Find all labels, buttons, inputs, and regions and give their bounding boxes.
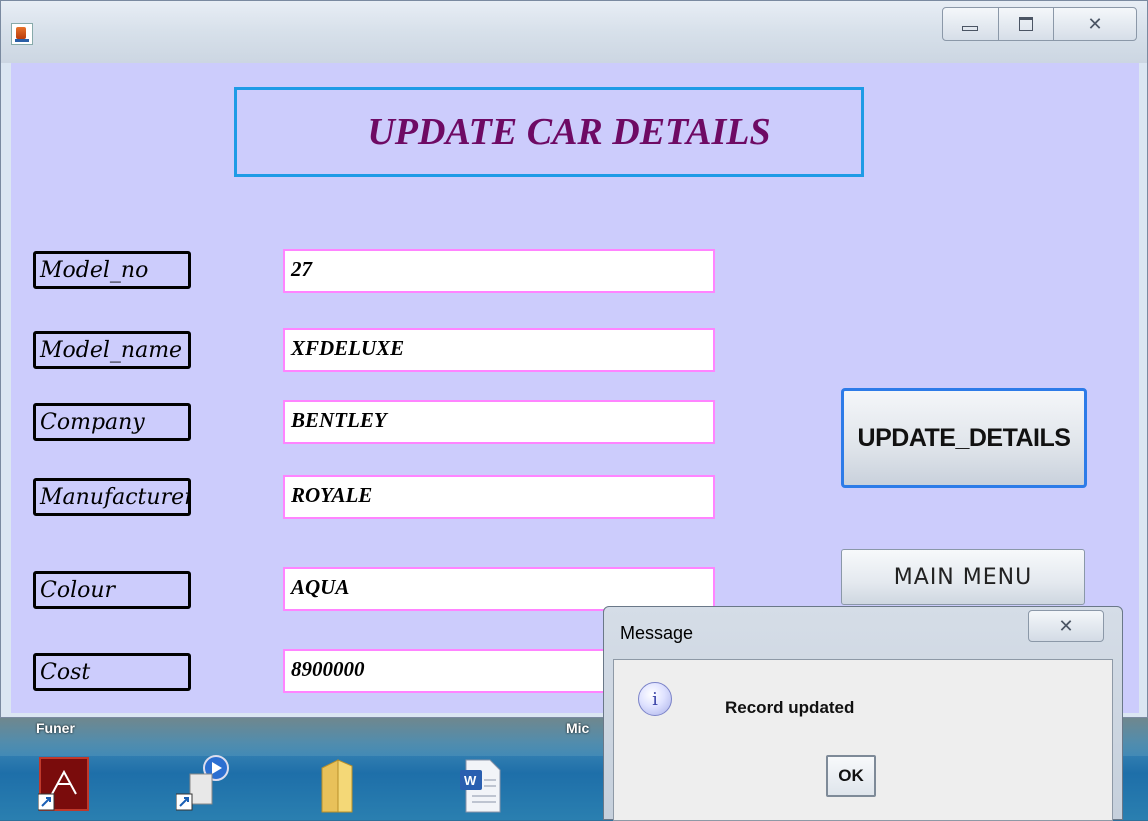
page-title: UPDATE CAR DETAILS (367, 111, 771, 153)
desktop-caption: Mic (566, 720, 590, 736)
window-titlebar[interactable]: ✕ (1, 1, 1147, 63)
close-icon: ✕ (1087, 13, 1103, 34)
message-dialog: Message ✕ i Record updated OK (603, 606, 1123, 821)
pdf-shortcut-icon[interactable] (37, 754, 90, 814)
colour-field[interactable]: AQUA (283, 567, 715, 611)
label-model-no: Model_no (33, 251, 191, 289)
minimize-button[interactable] (943, 8, 999, 40)
manufacturer-field[interactable]: ROYALE (283, 475, 715, 519)
word-document-icon[interactable]: W (458, 754, 510, 814)
svg-text:W: W (464, 773, 477, 788)
info-icon: i (638, 682, 672, 716)
minimize-icon (962, 25, 979, 31)
dialog-close-button[interactable]: ✕ (1028, 610, 1104, 642)
desktop-caption: Funer (36, 720, 75, 736)
dialog-body: i Record updated OK (613, 659, 1113, 821)
model-name-field[interactable]: XFDELUXE (283, 328, 715, 372)
java-app-icon[interactable] (11, 23, 33, 45)
folder-icon[interactable] (318, 754, 370, 814)
close-button[interactable]: ✕ (1054, 8, 1136, 40)
dialog-message: Record updated (725, 698, 855, 717)
media-shortcut-icon[interactable] (175, 754, 229, 814)
label-colour: Colour (33, 571, 191, 609)
window-controls: ✕ (942, 7, 1137, 41)
close-icon: ✕ (1058, 615, 1074, 636)
dialog-title: Message (620, 623, 694, 643)
maximize-icon (1018, 17, 1033, 31)
page-title-box: UPDATE CAR DETAILS (234, 87, 864, 177)
label-cost: Cost (33, 653, 191, 691)
maximize-button[interactable] (999, 8, 1055, 40)
main-menu-button[interactable]: MAIN MENU (841, 549, 1085, 605)
model-no-field[interactable]: 27 (283, 249, 715, 293)
label-company: Company (33, 403, 191, 441)
ok-button[interactable]: OK (826, 755, 876, 797)
label-manufacturer: Manufacturer (33, 478, 191, 516)
update-details-button[interactable]: UPDATE_DETAILS (841, 388, 1087, 488)
company-field[interactable]: BENTLEY (283, 400, 715, 444)
label-model-name: Model_name (33, 331, 191, 369)
